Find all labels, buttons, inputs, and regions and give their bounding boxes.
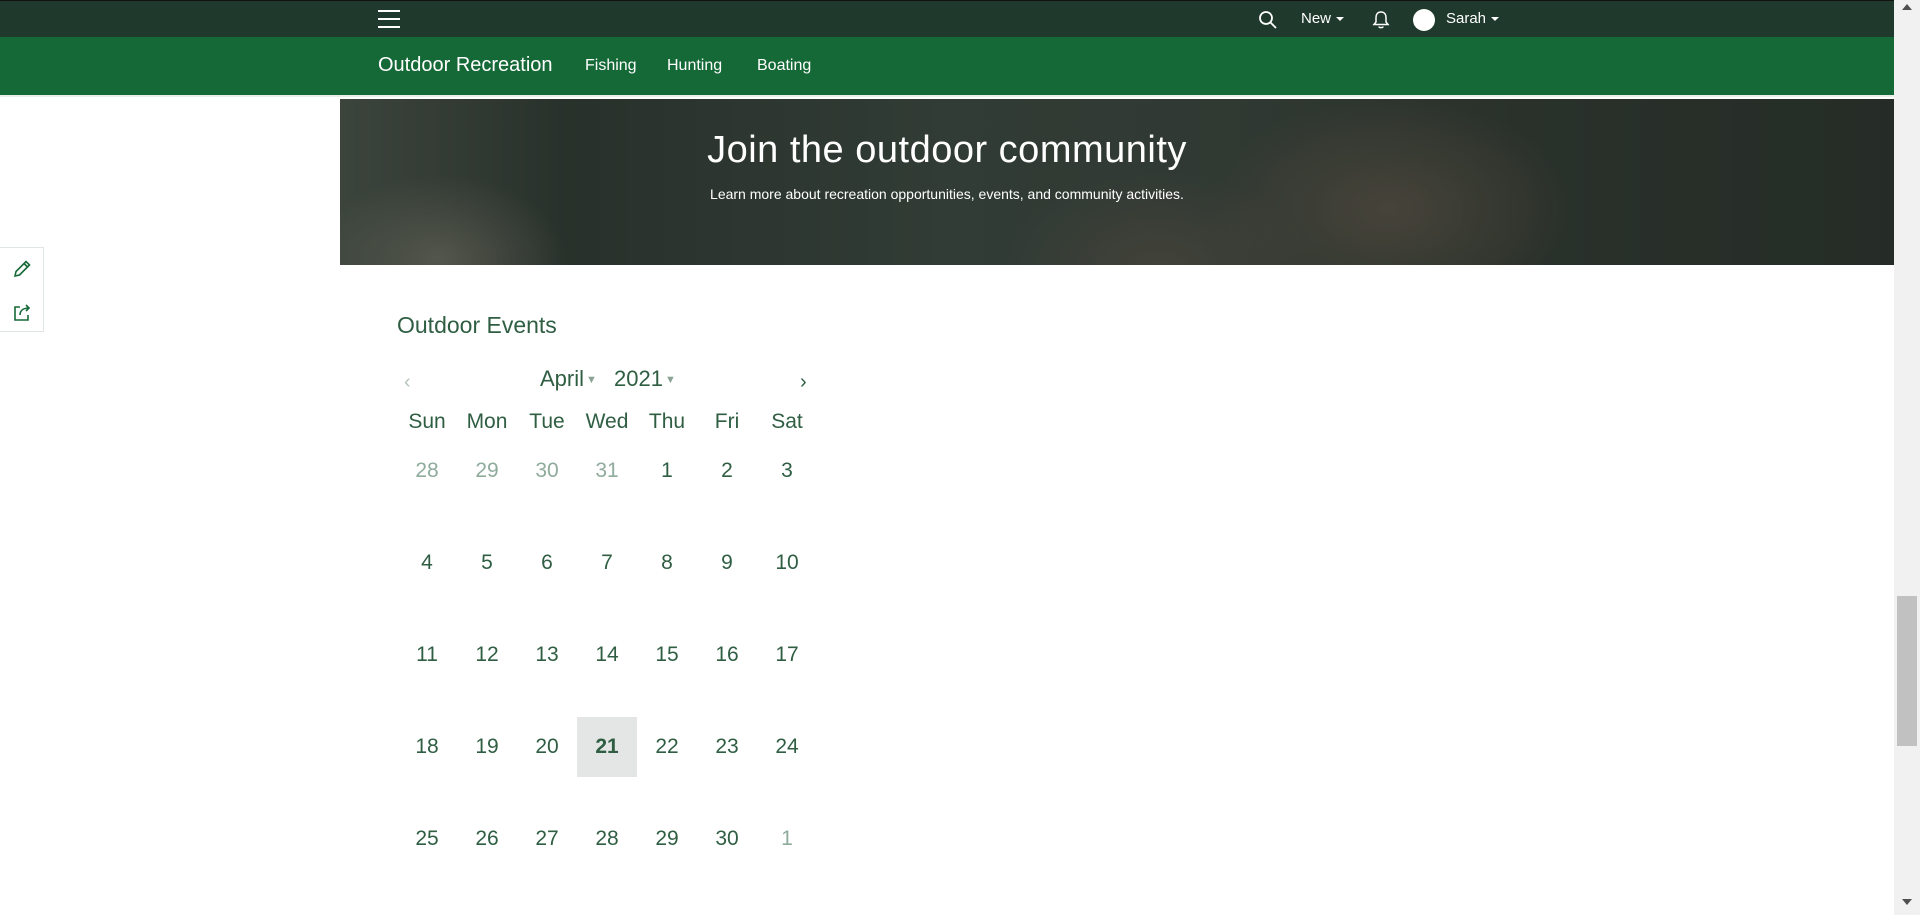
- calendar-day[interactable]: 10: [757, 533, 817, 593]
- scroll-down-arrow-icon[interactable]: [1902, 899, 1912, 905]
- nav-link-hunting[interactable]: Hunting: [667, 57, 722, 75]
- weekday-label: Sat: [771, 410, 803, 433]
- calendar-day[interactable]: 15: [637, 625, 697, 685]
- calendar-day[interactable]: 27: [517, 809, 577, 869]
- calendar-day[interactable]: 16: [697, 625, 757, 685]
- calendar-year-value: 2021: [614, 366, 663, 391]
- pencil-icon[interactable]: [11, 258, 33, 280]
- calendar-day[interactable]: 28: [397, 441, 457, 501]
- new-menu-button[interactable]: New: [1301, 10, 1345, 27]
- calendar-day[interactable]: 29: [637, 809, 697, 869]
- scroll-up-arrow-icon[interactable]: [1902, 4, 1912, 10]
- calendar-day[interactable]: 29: [457, 441, 517, 501]
- calendar-day[interactable]: 25: [397, 809, 457, 869]
- calendar-day[interactable]: 26: [457, 809, 517, 869]
- weekday-label: Sun: [408, 410, 446, 433]
- site-nav: Outdoor Recreation Fishing Hunting Boati…: [0, 37, 1894, 97]
- calendar-prev-button[interactable]: ‹: [404, 371, 411, 394]
- calendar-day[interactable]: 4: [397, 533, 457, 593]
- calendar-day[interactable]: 2: [697, 441, 757, 501]
- hero-title: Join the outdoor community: [707, 129, 1187, 171]
- calendar-day[interactable]: 8: [637, 533, 697, 593]
- calendar-day[interactable]: 18: [397, 717, 457, 777]
- weekday-label: Fri: [714, 410, 740, 433]
- calendar-day-today[interactable]: 21: [577, 717, 637, 777]
- weekday-label: Mon: [466, 410, 508, 433]
- calendar-day[interactable]: 20: [517, 717, 577, 777]
- scroll-thumb[interactable]: [1897, 596, 1917, 746]
- calendar-day[interactable]: 13: [517, 625, 577, 685]
- calendar-day[interactable]: 5: [457, 533, 517, 593]
- hero-margin: [0, 99, 340, 265]
- calendar-day[interactable]: 1: [637, 441, 697, 501]
- chevron-down-icon: ▼: [586, 374, 597, 387]
- calendar-day[interactable]: 9: [697, 533, 757, 593]
- calendar-day[interactable]: 30: [517, 441, 577, 501]
- site-title[interactable]: Outdoor Recreation: [378, 54, 553, 77]
- calendar-day[interactable]: 11: [397, 625, 457, 685]
- hero-subtitle: Learn more about recreation opportunitie…: [710, 186, 1184, 202]
- calendar-day[interactable]: 6: [517, 533, 577, 593]
- weekday-label: Thu: [648, 410, 686, 433]
- calendar-year-select[interactable]: 2021 ▼: [614, 366, 676, 392]
- calendar-day[interactable]: 14: [577, 625, 637, 685]
- user-name: Sarah: [1446, 10, 1487, 27]
- calendar-day[interactable]: 30: [697, 809, 757, 869]
- user-menu-button[interactable]: Sarah: [1446, 10, 1500, 27]
- calendar-day[interactable]: 24: [757, 717, 817, 777]
- chevron-down-icon: [1491, 17, 1500, 22]
- calendar-month-select[interactable]: April ▼: [540, 366, 597, 392]
- calendar-weekday-header: Sun Mon Tue Wed Thu Fri Sat: [397, 410, 817, 436]
- chevron-down-icon: ▼: [664, 374, 676, 387]
- calendar-day[interactable]: 31: [577, 441, 637, 501]
- hamburger-menu-icon[interactable]: [378, 10, 400, 28]
- calendar-day[interactable]: 28: [577, 809, 637, 869]
- weekday-label: Tue: [529, 410, 565, 433]
- chevron-down-icon: [1336, 17, 1345, 22]
- calendar-next-button[interactable]: ›: [800, 371, 807, 394]
- avatar[interactable]: [1413, 9, 1435, 31]
- nav-link-fishing[interactable]: Fishing: [585, 57, 637, 75]
- calendar-day[interactable]: 22: [637, 717, 697, 777]
- calendar-day[interactable]: 17: [757, 625, 817, 685]
- search-icon[interactable]: [1258, 10, 1278, 30]
- calendar-day[interactable]: 23: [697, 717, 757, 777]
- weekday-label: Wed: [585, 410, 629, 433]
- top-bar: New Sarah: [0, 0, 1894, 37]
- bell-icon[interactable]: [1371, 10, 1391, 30]
- page-scrollbar[interactable]: [1894, 0, 1920, 915]
- calendar-day[interactable]: 1: [757, 809, 817, 869]
- calendar-day[interactable]: 3: [757, 441, 817, 501]
- events-title: Outdoor Events: [397, 312, 557, 338]
- side-toolbar: [0, 247, 44, 332]
- share-icon[interactable]: [11, 302, 33, 324]
- hero-banner: Join the outdoor community Learn more ab…: [0, 99, 1894, 265]
- calendar-day[interactable]: 7: [577, 533, 637, 593]
- calendar-month-value: April: [540, 366, 585, 391]
- calendar-day[interactable]: 12: [457, 625, 517, 685]
- new-menu-label: New: [1301, 10, 1332, 27]
- calendar-day[interactable]: 19: [457, 717, 517, 777]
- nav-link-boating[interactable]: Boating: [757, 57, 811, 75]
